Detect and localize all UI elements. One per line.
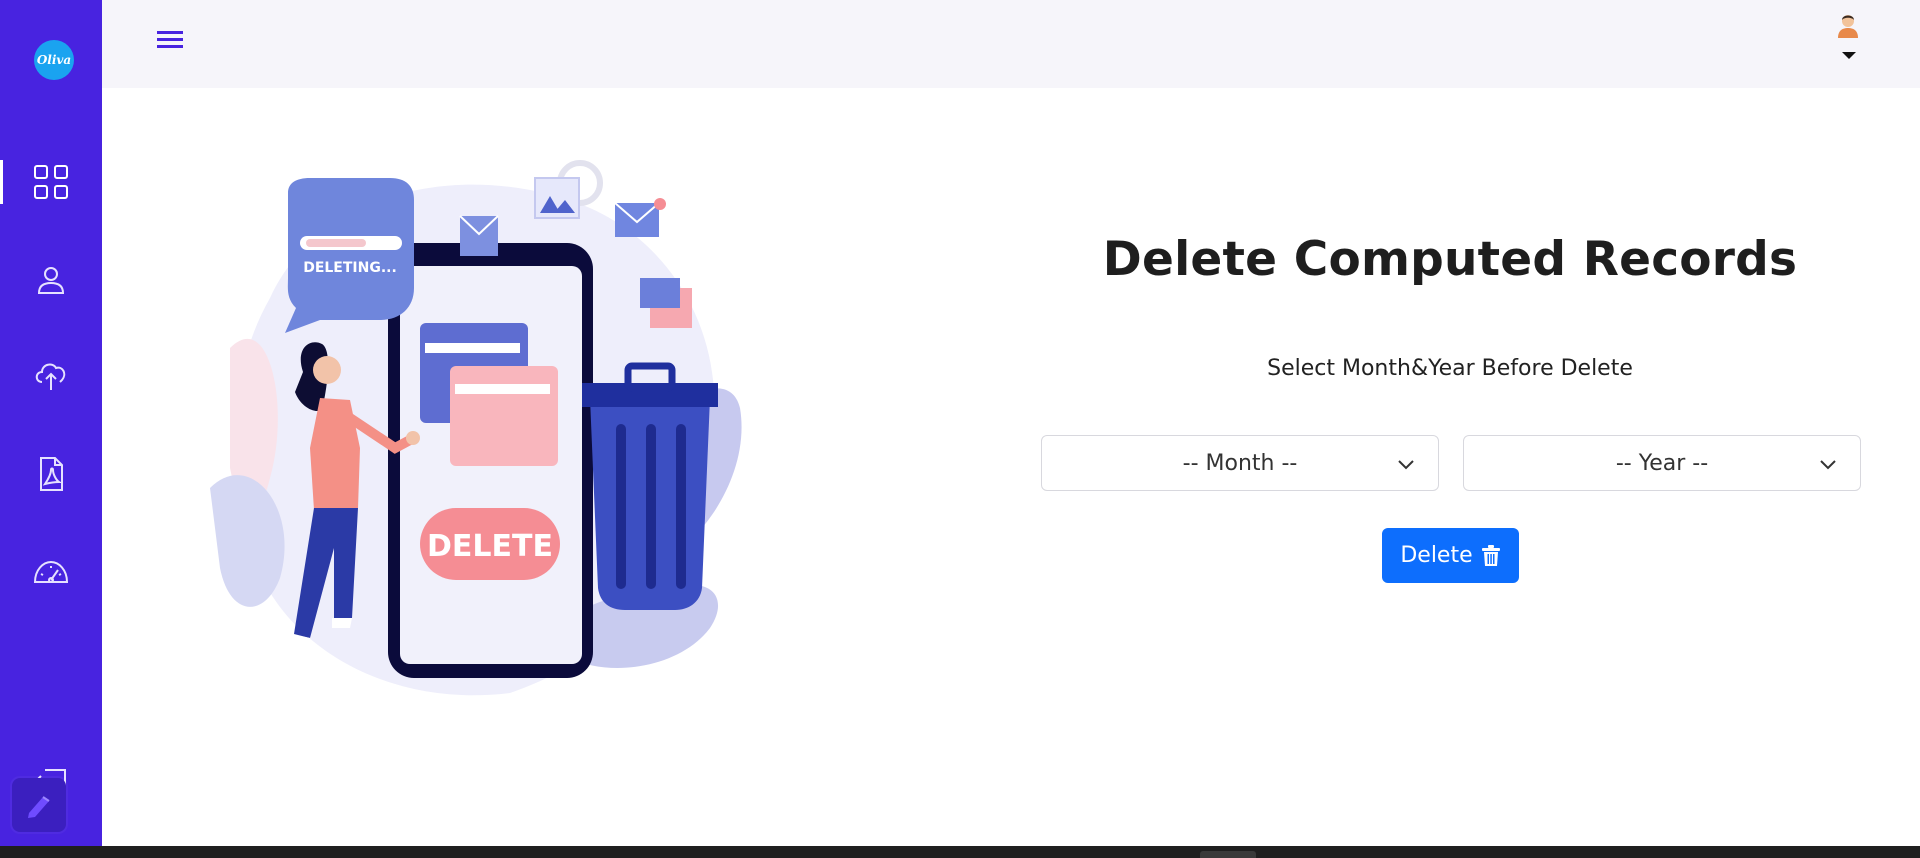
year-select[interactable]: -- Year -- (1463, 435, 1861, 491)
sidebar: Oliva (0, 0, 102, 846)
sidebar-item-performance[interactable] (0, 542, 102, 602)
logo-text: Oliva (36, 53, 72, 67)
month-select-value: -- Month -- (1182, 450, 1298, 476)
speedometer-icon (33, 560, 69, 583)
page-title: Delete Computed Records (1102, 232, 1798, 287)
user-icon (37, 267, 65, 294)
bottom-taskbar-strip (0, 846, 1920, 858)
floating-edit-button[interactable] (12, 778, 66, 832)
top-bar (102, 0, 1920, 88)
user-avatar[interactable] (1832, 8, 1864, 40)
year-select-value: -- Year -- (1615, 450, 1709, 476)
delete-button[interactable]: Delete (1382, 528, 1519, 583)
chevron-down-icon (1398, 460, 1414, 470)
delete-button-label: Delete (1400, 543, 1473, 568)
avatar-icon (1832, 8, 1864, 40)
sidebar-item-upload[interactable] (0, 344, 102, 404)
month-select[interactable]: -- Month -- (1041, 435, 1439, 491)
trash-icon (1481, 544, 1500, 566)
page-subtitle: Select Month&Year Before Delete (1267, 356, 1633, 381)
user-menu-caret-icon[interactable] (1842, 52, 1856, 59)
pdf-file-icon (40, 457, 63, 491)
pencil-icon (28, 796, 50, 818)
app-logo[interactable]: Oliva (34, 40, 74, 80)
taskbar-tab (1200, 851, 1256, 858)
dashboard-grid-icon (34, 165, 68, 199)
hamburger-icon (157, 31, 183, 48)
cloud-upload-icon (35, 363, 66, 390)
sidebar-item-users[interactable] (0, 250, 102, 310)
sidebar-item-dashboard[interactable] (0, 152, 102, 212)
chevron-down-icon (1820, 460, 1836, 470)
delete-records-illustration: DELETE DELETING... (210, 160, 742, 696)
sidebar-item-pdf[interactable] (0, 444, 102, 504)
hamburger-menu-button[interactable] (152, 24, 188, 56)
bubble-deleting-label: DELETING... (303, 260, 397, 276)
phone-delete-label: DELETE (427, 529, 553, 564)
